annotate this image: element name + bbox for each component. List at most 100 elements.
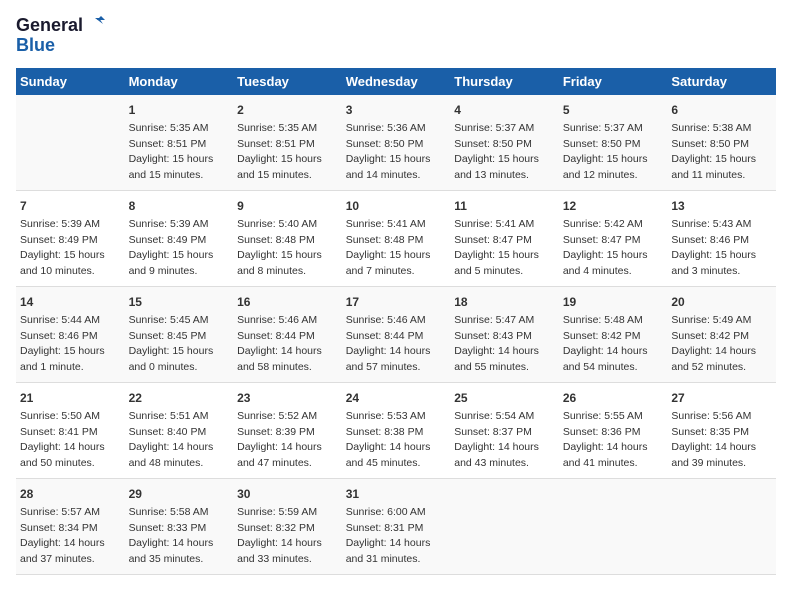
day-info-line: and 8 minutes. [237,264,338,280]
day-cell: 15Sunrise: 5:45 AMSunset: 8:45 PMDayligh… [125,286,234,382]
day-info-line: Sunset: 8:37 PM [454,425,555,441]
day-info-line: Sunset: 8:49 PM [129,233,230,249]
day-info-line: Sunset: 8:48 PM [237,233,338,249]
day-cell: 22Sunrise: 5:51 AMSunset: 8:40 PMDayligh… [125,382,234,478]
day-cell: 5Sunrise: 5:37 AMSunset: 8:50 PMDaylight… [559,95,668,191]
day-info-line: and 39 minutes. [671,456,772,472]
day-cell [559,478,668,574]
day-info-line: and 45 minutes. [346,456,447,472]
day-info-line: Daylight: 14 hours [454,344,555,360]
day-info-line: Daylight: 15 hours [346,248,447,264]
day-info-line: Daylight: 14 hours [20,440,121,456]
day-info-line: and 58 minutes. [237,360,338,376]
day-info-line: and 54 minutes. [563,360,664,376]
day-info-line: Sunrise: 5:37 AM [563,121,664,137]
day-number: 14 [20,293,121,311]
day-info-line: Daylight: 15 hours [237,248,338,264]
day-info-line: Sunset: 8:38 PM [346,425,447,441]
day-info-line: Daylight: 14 hours [671,344,772,360]
day-number: 28 [20,485,121,503]
day-number: 29 [129,485,230,503]
day-number: 19 [563,293,664,311]
day-number: 12 [563,197,664,215]
day-number: 22 [129,389,230,407]
day-info-line: Daylight: 15 hours [563,248,664,264]
day-info-line: Sunset: 8:39 PM [237,425,338,441]
day-cell: 25Sunrise: 5:54 AMSunset: 8:37 PMDayligh… [450,382,559,478]
day-info-line: Daylight: 15 hours [20,344,121,360]
day-cell: 1Sunrise: 5:35 AMSunset: 8:51 PMDaylight… [125,95,234,191]
day-info-line: Sunrise: 6:00 AM [346,505,447,521]
day-number: 27 [671,389,772,407]
day-cell [16,95,125,191]
day-info-line: and 43 minutes. [454,456,555,472]
logo-general: General [16,16,83,36]
day-number: 31 [346,485,447,503]
day-info-line: Sunrise: 5:51 AM [129,409,230,425]
day-info-line: Sunrise: 5:39 AM [20,217,121,233]
day-info-line: Sunrise: 5:41 AM [346,217,447,233]
day-info-line: Sunset: 8:44 PM [346,329,447,345]
day-cell: 14Sunrise: 5:44 AMSunset: 8:46 PMDayligh… [16,286,125,382]
day-number: 21 [20,389,121,407]
day-info-line: and 9 minutes. [129,264,230,280]
day-info-line: Sunset: 8:33 PM [129,521,230,537]
day-info-line: Sunrise: 5:58 AM [129,505,230,521]
day-info-line: and 55 minutes. [454,360,555,376]
day-number: 20 [671,293,772,311]
day-info-line: and 52 minutes. [671,360,772,376]
day-info-line: and 15 minutes. [129,168,230,184]
day-cell: 20Sunrise: 5:49 AMSunset: 8:42 PMDayligh… [667,286,776,382]
day-info-line: Sunset: 8:50 PM [346,137,447,153]
day-number: 17 [346,293,447,311]
logo-graphic: General Blue [16,16,105,56]
day-cell: 6Sunrise: 5:38 AMSunset: 8:50 PMDaylight… [667,95,776,191]
day-info-line: Daylight: 14 hours [346,536,447,552]
day-info-line: Daylight: 14 hours [129,536,230,552]
day-info-line: Sunset: 8:35 PM [671,425,772,441]
day-info-line: Sunset: 8:47 PM [563,233,664,249]
day-cell: 12Sunrise: 5:42 AMSunset: 8:47 PMDayligh… [559,190,668,286]
day-info-line: Sunrise: 5:43 AM [671,217,772,233]
day-cell: 29 Sunrise: 5:58 AMSunset: 8:33 PMDayligh… [125,478,234,574]
day-info-line: Daylight: 15 hours [454,248,555,264]
day-number: 16 [237,293,338,311]
day-info-line: and 50 minutes. [20,456,121,472]
day-number: 24 [346,389,447,407]
day-info-line: Daylight: 14 hours [237,536,338,552]
day-info-line: Daylight: 14 hours [237,344,338,360]
day-number: 6 [671,101,772,119]
day-number: 7 [20,197,121,215]
day-info-line: Sunrise: 5:54 AM [454,409,555,425]
day-number: 3 [346,101,447,119]
day-number: 18 [454,293,555,311]
day-info-line: Daylight: 15 hours [20,248,121,264]
day-number: 25 [454,389,555,407]
day-info-line: and 31 minutes. [346,552,447,568]
day-info-line: Sunset: 8:44 PM [237,329,338,345]
day-cell: 8Sunrise: 5:39 AMSunset: 8:49 PMDaylight… [125,190,234,286]
logo-blue: Blue [16,36,55,56]
day-cell: 24Sunrise: 5:53 AMSunset: 8:38 PMDayligh… [342,382,451,478]
day-number: 13 [671,197,772,215]
day-cell: 13Sunrise: 5:43 AMSunset: 8:46 PMDayligh… [667,190,776,286]
day-info-line: and 47 minutes. [237,456,338,472]
day-info-line: Sunset: 8:46 PM [20,329,121,345]
day-number: 1 [129,101,230,119]
day-number: 11 [454,197,555,215]
day-info-line: Sunrise: 5:36 AM [346,121,447,137]
week-row-1: 1Sunrise: 5:35 AMSunset: 8:51 PMDaylight… [16,95,776,191]
day-info-line: Sunset: 8:51 PM [129,137,230,153]
day-info-line: Sunrise: 5:48 AM [563,313,664,329]
day-number: 2 [237,101,338,119]
day-info-line: Sunset: 8:49 PM [20,233,121,249]
day-info-line: Sunset: 8:46 PM [671,233,772,249]
day-cell: 31Sunrise: 6:00 AMSunset: 8:31 PMDayligh… [342,478,451,574]
day-number: 5 [563,101,664,119]
day-number: 10 [346,197,447,215]
day-info-line: Daylight: 14 hours [563,440,664,456]
day-cell: 3Sunrise: 5:36 AMSunset: 8:50 PMDaylight… [342,95,451,191]
column-header-wednesday: Wednesday [342,68,451,95]
day-info-line: and 35 minutes. [129,552,230,568]
day-number: 15 [129,293,230,311]
